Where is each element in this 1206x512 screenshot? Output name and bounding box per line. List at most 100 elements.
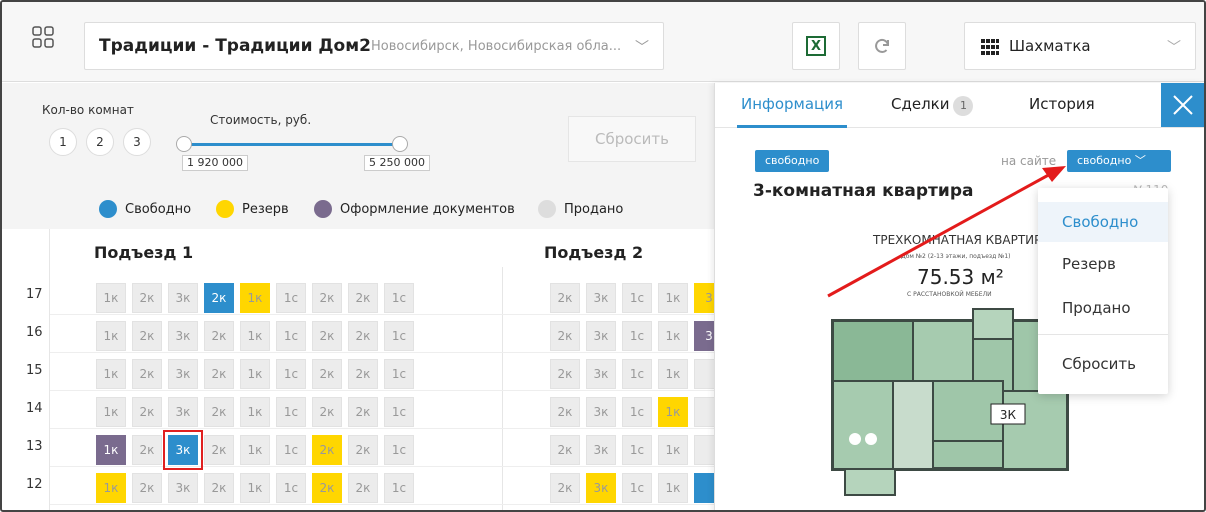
project-select[interactable]: Традиции - Традиции Дом2 Новосибирск, Но… [84, 22, 664, 70]
apartment-cell[interactable]: 2к [132, 283, 162, 313]
apartment-cell[interactable]: 1с [384, 397, 414, 427]
apartment-cell[interactable]: 2к [348, 359, 378, 389]
apartment-cell[interactable]: 2к [132, 435, 162, 465]
apartment-cell[interactable]: 2к [348, 435, 378, 465]
tab-deals[interactable]: Сделки 1 [891, 95, 974, 116]
refresh-button[interactable] [858, 22, 906, 70]
apartment-cell[interactable]: 3к [586, 473, 616, 503]
apartment-cell[interactable]: 1к [658, 435, 688, 465]
apartment-cell[interactable]: 1к [240, 359, 270, 389]
apartment-cell[interactable]: 3к [586, 283, 616, 313]
apartment-cell[interactable]: 3к [586, 321, 616, 351]
apartment-cell[interactable]: 2к [132, 397, 162, 427]
menu-item-reserve[interactable]: Резерв [1038, 244, 1168, 284]
tab-info[interactable]: Информация [741, 95, 843, 113]
apartment-cell[interactable]: 2к [312, 397, 342, 427]
apartment-cell[interactable]: 1с [276, 473, 306, 503]
apartment-cell[interactable]: 3к [168, 473, 198, 503]
apartment-cell[interactable]: 2к [204, 473, 234, 503]
apartment-cell[interactable]: 2к [348, 283, 378, 313]
apartment-cell[interactable]: 2к [204, 359, 234, 389]
room-filter-2[interactable]: 2 [86, 128, 114, 156]
apartment-cell[interactable]: 1с [276, 397, 306, 427]
apartment-cell[interactable]: 1с [622, 397, 652, 427]
apartment-cell[interactable]: 3к [586, 435, 616, 465]
apartment-cell[interactable]: 1с [622, 435, 652, 465]
apartment-cell[interactable]: 1с [384, 283, 414, 313]
apartment-cell[interactable]: 1с [384, 359, 414, 389]
apartment-cell[interactable]: 2к [204, 283, 234, 313]
apartment-cell[interactable]: 3к [586, 397, 616, 427]
apartment-cell[interactable]: 1к [240, 473, 270, 503]
menu-item-sold[interactable]: Продано [1038, 288, 1168, 328]
apartment-cell[interactable]: 2к [132, 321, 162, 351]
apartment-cell[interactable]: 2к [132, 473, 162, 503]
apartment-cell[interactable]: 1к [96, 397, 126, 427]
price-slider-track[interactable] [182, 143, 402, 146]
apartment-cell[interactable]: 1с [276, 359, 306, 389]
apartment-cell[interactable]: 2к [348, 473, 378, 503]
apartment-cell[interactable]: 1к [96, 283, 126, 313]
room-filter-3[interactable]: 3 [123, 128, 151, 156]
apartment-cell[interactable]: 2к [312, 321, 342, 351]
apartment-cell[interactable]: 1к [240, 321, 270, 351]
apartment-cell[interactable]: 1с [622, 321, 652, 351]
tab-history[interactable]: История [1029, 95, 1095, 113]
apartment-cell[interactable]: 3к [163, 430, 203, 470]
apartment-cell[interactable]: 2к [348, 397, 378, 427]
apartment-cell[interactable]: 1к [240, 435, 270, 465]
apps-grid-icon[interactable] [32, 26, 54, 48]
apartment-cell[interactable]: 1с [384, 435, 414, 465]
onsite-status-dropdown[interactable]: свободно ﹀ [1067, 150, 1171, 172]
menu-item-free[interactable]: Свободно [1038, 202, 1168, 242]
apartment-cell[interactable]: 1с [276, 321, 306, 351]
apartment-cell[interactable]: 1с [276, 283, 306, 313]
apartment-cell[interactable]: 1к [658, 397, 688, 427]
apartment-cell[interactable]: 2к [312, 283, 342, 313]
apartment-cell[interactable]: 1к [658, 321, 688, 351]
apartment-cell[interactable]: 2к [550, 321, 580, 351]
room-filter-1[interactable]: 1 [49, 128, 77, 156]
apartment-cell[interactable]: 3к [168, 283, 198, 313]
apartment-cell[interactable]: 2к [550, 473, 580, 503]
price-max-value[interactable]: 5 250 000 [364, 155, 430, 171]
apartment-cell[interactable]: 2к [312, 473, 342, 503]
price-slider-min-handle[interactable] [176, 136, 192, 152]
apartment-cell[interactable]: 2к [312, 359, 342, 389]
apartment-cell[interactable]: 1к [96, 435, 126, 465]
apartment-cell[interactable]: 2к [132, 359, 162, 389]
apartment-cell[interactable]: 1с [622, 359, 652, 389]
apartment-cell[interactable]: 3к [586, 359, 616, 389]
close-panel-button[interactable] [1161, 83, 1204, 127]
excel-export-button[interactable]: X [792, 22, 840, 70]
apartment-cell[interactable]: 1к [658, 359, 688, 389]
apartment-cell[interactable]: 1с [384, 321, 414, 351]
apartment-cell[interactable]: 3к [168, 397, 198, 427]
apartment-cell[interactable]: 1к [658, 283, 688, 313]
apartment-cell[interactable]: 2к [348, 321, 378, 351]
apartment-cell[interactable]: 1к [240, 397, 270, 427]
apartment-cell[interactable]: 2к [550, 359, 580, 389]
menu-item-reset[interactable]: Сбросить [1038, 344, 1168, 384]
apartment-cell[interactable]: 1с [276, 435, 306, 465]
apartment-cell[interactable]: 2к [550, 283, 580, 313]
apartment-cell[interactable]: 2к [204, 321, 234, 351]
apartment-cell[interactable]: 2к [204, 397, 234, 427]
apartment-cell[interactable]: 2к [204, 435, 234, 465]
apartment-cell[interactable]: 3к [168, 359, 198, 389]
reset-filters-button[interactable]: Сбросить [568, 116, 696, 162]
view-select[interactable]: Шахматка ﹀ [964, 22, 1196, 70]
apartment-cell[interactable]: 1с [384, 473, 414, 503]
price-min-value[interactable]: 1 920 000 [182, 155, 248, 171]
apartment-cell[interactable]: 1с [622, 283, 652, 313]
apartment-cell[interactable]: 3к [168, 321, 198, 351]
apartment-cell[interactable]: 1с [622, 473, 652, 503]
apartment-cell[interactable]: 1к [96, 321, 126, 351]
apartment-cell[interactable]: 1к [658, 473, 688, 503]
price-slider-max-handle[interactable] [392, 136, 408, 152]
apartment-cell[interactable]: 1к [240, 283, 270, 313]
apartment-cell[interactable]: 2к [550, 397, 580, 427]
apartment-cell[interactable]: 2к [550, 435, 580, 465]
apartment-cell[interactable]: 1к [96, 359, 126, 389]
apartment-cell[interactable]: 1к [96, 473, 126, 503]
